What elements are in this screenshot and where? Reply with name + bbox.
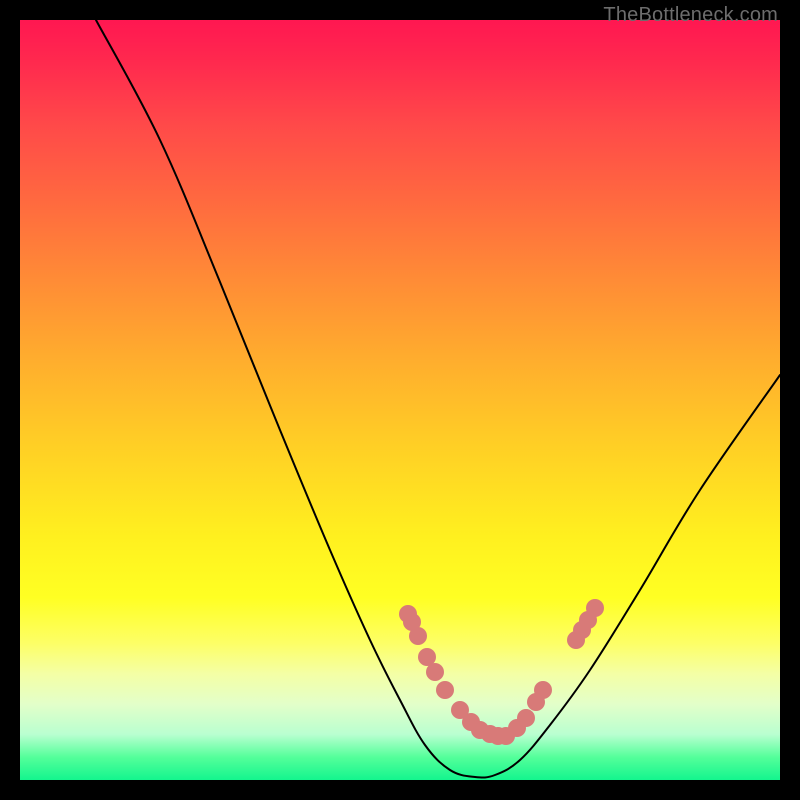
curve-dot [436,681,454,699]
chart-svg [20,20,780,780]
curve-dot [517,709,535,727]
plot-area [20,20,780,780]
curve-dot [534,681,552,699]
curve-dot [426,663,444,681]
curve-dot [409,627,427,645]
curve-dots-group [399,599,604,745]
watermark-text: TheBottleneck.com [603,4,778,27]
chart-frame: TheBottleneck.com [0,0,800,800]
curve-dot [586,599,604,617]
